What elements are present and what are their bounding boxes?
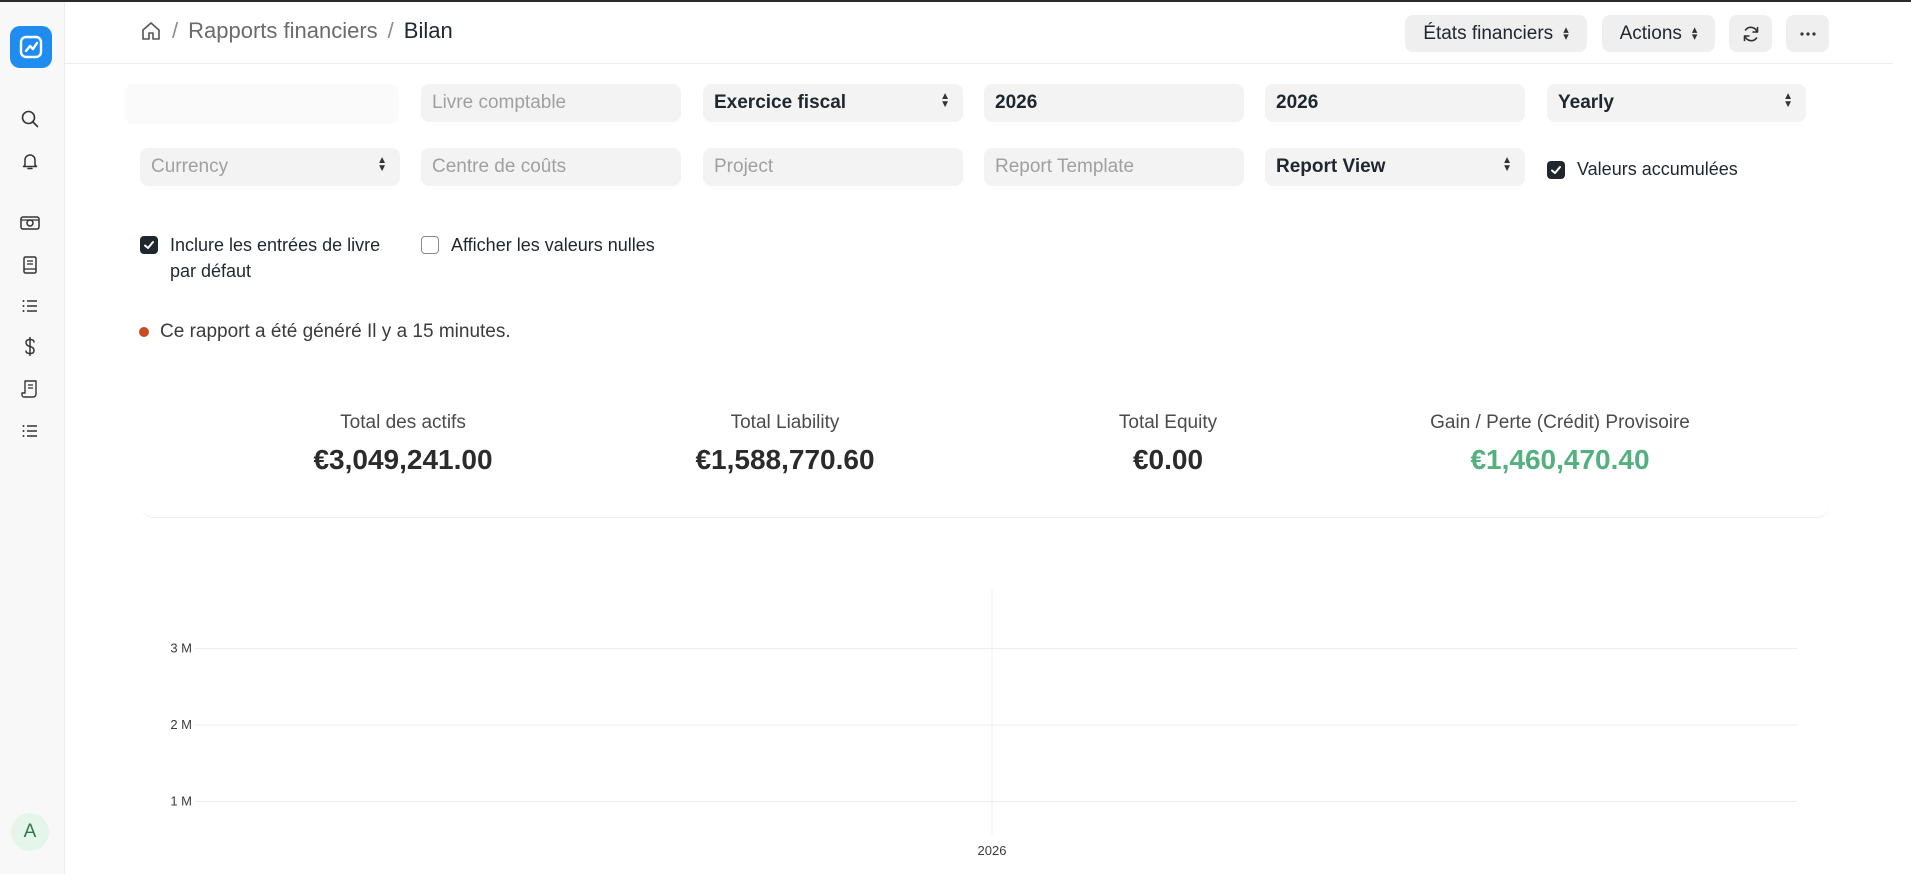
app-logo[interactable] [10, 26, 52, 68]
more-options-button[interactable] [1786, 15, 1829, 52]
breadcrumb-financial-reports[interactable]: Rapports financiers [188, 18, 378, 44]
total-equity-label: Total Equity [1118, 412, 1218, 433]
include-default-entries-label: Inclure les entrées de livre par défaut [170, 235, 381, 281]
report-view-value: Report View [1276, 156, 1386, 177]
ledger-book-icon[interactable] [16, 251, 44, 279]
list-icon[interactable] [16, 417, 44, 445]
total-assets-label: Total des actifs [340, 412, 466, 433]
period-type-select[interactable]: Exercice fiscal ▲ ▼ [703, 84, 963, 122]
financial-statements-label: États financiers [1423, 22, 1554, 44]
checkmark-icon[interactable] [1547, 161, 1565, 179]
chevron-updown-icon: ▲ ▼ [940, 91, 950, 110]
total-equity-value: €0.00 [1132, 444, 1204, 475]
refresh-icon [1743, 26, 1758, 41]
currency-select[interactable]: Currency ▲ ▼ [140, 148, 400, 186]
chevron-updown-icon: ▴ ▾ [1691, 23, 1698, 43]
actions-label: Actions [1619, 22, 1682, 44]
breadcrumb: / Rapports financiers / Bilan [140, 18, 453, 44]
page-header: / Rapports financiers / Bilan États fina… [65, 2, 1893, 64]
cash-register-icon[interactable] [16, 209, 44, 237]
receipt-icon[interactable] [16, 375, 44, 403]
balance-sheet-chart: 4 M3 M2 M1 M2026 [140, 564, 1840, 874]
status-dot-icon [139, 327, 149, 337]
y-tick-label: 1 M [170, 794, 192, 809]
report-template-placeholder: Report Template [995, 156, 1135, 177]
cost-center-placeholder: Centre de coûts [432, 156, 567, 177]
page-title: Bilan [403, 18, 453, 43]
chevron-updown-icon: ▲ ▼ [377, 155, 387, 174]
total-liability-label: Total Liability [730, 412, 840, 433]
list-icon[interactable] [16, 292, 44, 320]
y-tick-label: 3 M [170, 641, 192, 656]
chart-svg: 4 M3 M2 M1 M2026 [170, 564, 1797, 858]
chevron-updown-icon: ▲ ▼ [1502, 155, 1512, 174]
provisional-profit-loss-label: Gain / Perte (Crédit) Provisoire [1430, 412, 1690, 433]
accumulated-values-checkbox[interactable]: Valeurs accumulées [1547, 159, 1738, 180]
x-tick-label: 2026 [978, 843, 1007, 858]
from-fiscal-year-field[interactable]: 2026 [984, 84, 1244, 122]
include-default-entries-checkbox[interactable]: Inclure les entrées de livre par défaut [140, 232, 410, 284]
refresh-button[interactable] [1729, 15, 1772, 52]
ledger-placeholder: Livre comptable [432, 92, 567, 113]
ledger-field[interactable]: Livre comptable [421, 84, 681, 122]
period-type-value: Exercice fiscal [714, 92, 847, 113]
report-status-text: Ce rapport a été généré Il y a 15 minute… [160, 321, 511, 342]
financial-statements-dropdown[interactable]: États financiers ▴ ▾ [1405, 15, 1587, 52]
checkbox-empty-icon[interactable] [421, 236, 439, 254]
actions-dropdown[interactable]: Actions ▴ ▾ [1602, 15, 1715, 52]
user-avatar[interactable]: A [11, 813, 49, 851]
total-equity-card: Total Equity €0.00 [1048, 412, 1288, 476]
accumulated-values-label: Valeurs accumulées [1577, 159, 1738, 179]
chevron-updown-icon: ▲ ▼ [1783, 91, 1793, 110]
sidebar: A [0, 2, 65, 874]
report-status: Ce rapport a été généré Il y a 15 minute… [139, 321, 511, 343]
periodicity-value: Yearly [1558, 92, 1614, 113]
home-icon[interactable] [140, 20, 162, 42]
breadcrumb-separator: / [387, 18, 394, 43]
summary-cards: Total des actifs €3,049,241.00 Total Lia… [140, 396, 1830, 518]
total-liability-value: €1,588,770.60 [695, 444, 875, 475]
chevron-updown-icon: ▴ ▾ [1563, 23, 1569, 43]
currency-placeholder: Currency [151, 156, 229, 177]
report-view-select[interactable]: Report View ▲ ▼ [1265, 148, 1525, 186]
breadcrumb-separator: / [172, 18, 179, 43]
to-fiscal-year-field[interactable]: 2026 [1265, 84, 1525, 122]
periodicity-select[interactable]: Yearly ▲ ▼ [1547, 84, 1806, 122]
to-fiscal-year-value: 2026 [1276, 92, 1319, 113]
total-liability-card: Total Liability €1,588,770.60 [665, 412, 905, 476]
more-horizontal-icon [1799, 31, 1816, 36]
project-placeholder: Project [714, 156, 774, 177]
company-field[interactable] [125, 84, 399, 124]
checkmark-icon[interactable] [140, 236, 158, 254]
search-icon[interactable] [16, 105, 44, 133]
y-tick-label: 2 M [170, 717, 192, 732]
cost-center-field[interactable]: Centre de coûts [421, 148, 681, 186]
show-zero-values-label: Afficher les valeurs nulles [451, 235, 655, 255]
show-zero-values-checkbox[interactable]: Afficher les valeurs nulles [421, 232, 655, 258]
total-assets-card: Total des actifs €3,049,241.00 [283, 412, 523, 476]
total-assets-value: €3,049,241.00 [313, 444, 493, 475]
provisional-profit-loss-card: Gain / Perte (Crédit) Provisoire €1,460,… [1390, 412, 1730, 476]
bell-icon[interactable] [16, 147, 44, 175]
report-template-field[interactable]: Report Template [984, 148, 1244, 186]
dollar-icon[interactable] [16, 333, 44, 361]
project-field[interactable]: Project [703, 148, 963, 186]
from-fiscal-year-value: 2026 [995, 92, 1038, 113]
provisional-profit-loss-value: €1,460,470.40 [1470, 444, 1650, 475]
